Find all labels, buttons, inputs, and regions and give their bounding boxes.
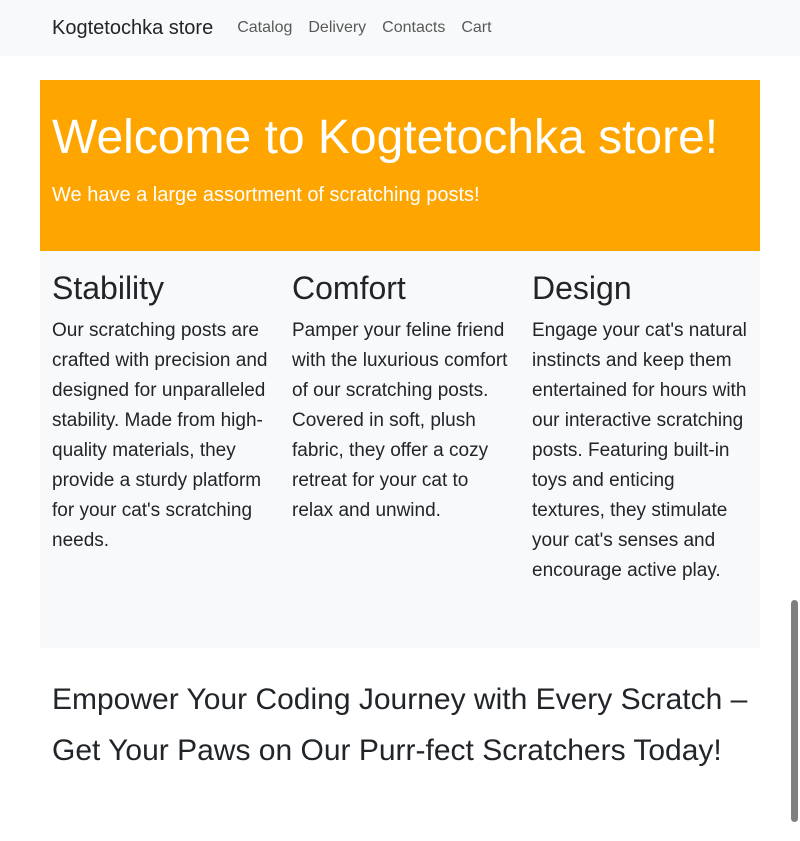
nav-link-delivery[interactable]: Delivery <box>300 12 374 44</box>
nav-links: Catalog Delivery Contacts Cart <box>229 12 499 44</box>
feature-design: Design Engage your cat's natural instinc… <box>520 269 760 648</box>
hero-title: Welcome to Kogtetochka store! <box>52 111 719 164</box>
feature-text: Our scratching posts are crafted with pr… <box>52 320 268 552</box>
feature-text: Engage your cat's natural instincts and … <box>532 320 747 582</box>
brand-link[interactable]: Kogtetochka store <box>52 18 213 38</box>
feature-stability: Stability Our scratching posts are craft… <box>40 269 280 648</box>
feature-title: Stability <box>52 270 165 306</box>
slogan-heading: Empower Your Coding Journey with Every S… <box>52 683 748 767</box>
navbar: Kogtetochka store Catalog Delivery Conta… <box>0 0 800 56</box>
hero-banner: Welcome to Kogtetochka store! We have a … <box>40 80 760 251</box>
feature-title: Design <box>532 270 632 306</box>
feature-comfort: Comfort Pamper your feline friend with t… <box>280 269 520 648</box>
feature-title: Comfort <box>292 270 406 306</box>
features-section: Stability Our scratching posts are craft… <box>40 251 760 648</box>
scrollbar-thumb[interactable] <box>791 600 798 822</box>
hero-subtitle: We have a large assortment of scratching… <box>52 184 480 207</box>
feature-text: Pamper your feline friend with the luxur… <box>292 320 508 522</box>
nav-link-catalog[interactable]: Catalog <box>229 12 300 44</box>
nav-link-cart[interactable]: Cart <box>453 12 499 44</box>
nav-link-contacts[interactable]: Contacts <box>374 12 453 44</box>
